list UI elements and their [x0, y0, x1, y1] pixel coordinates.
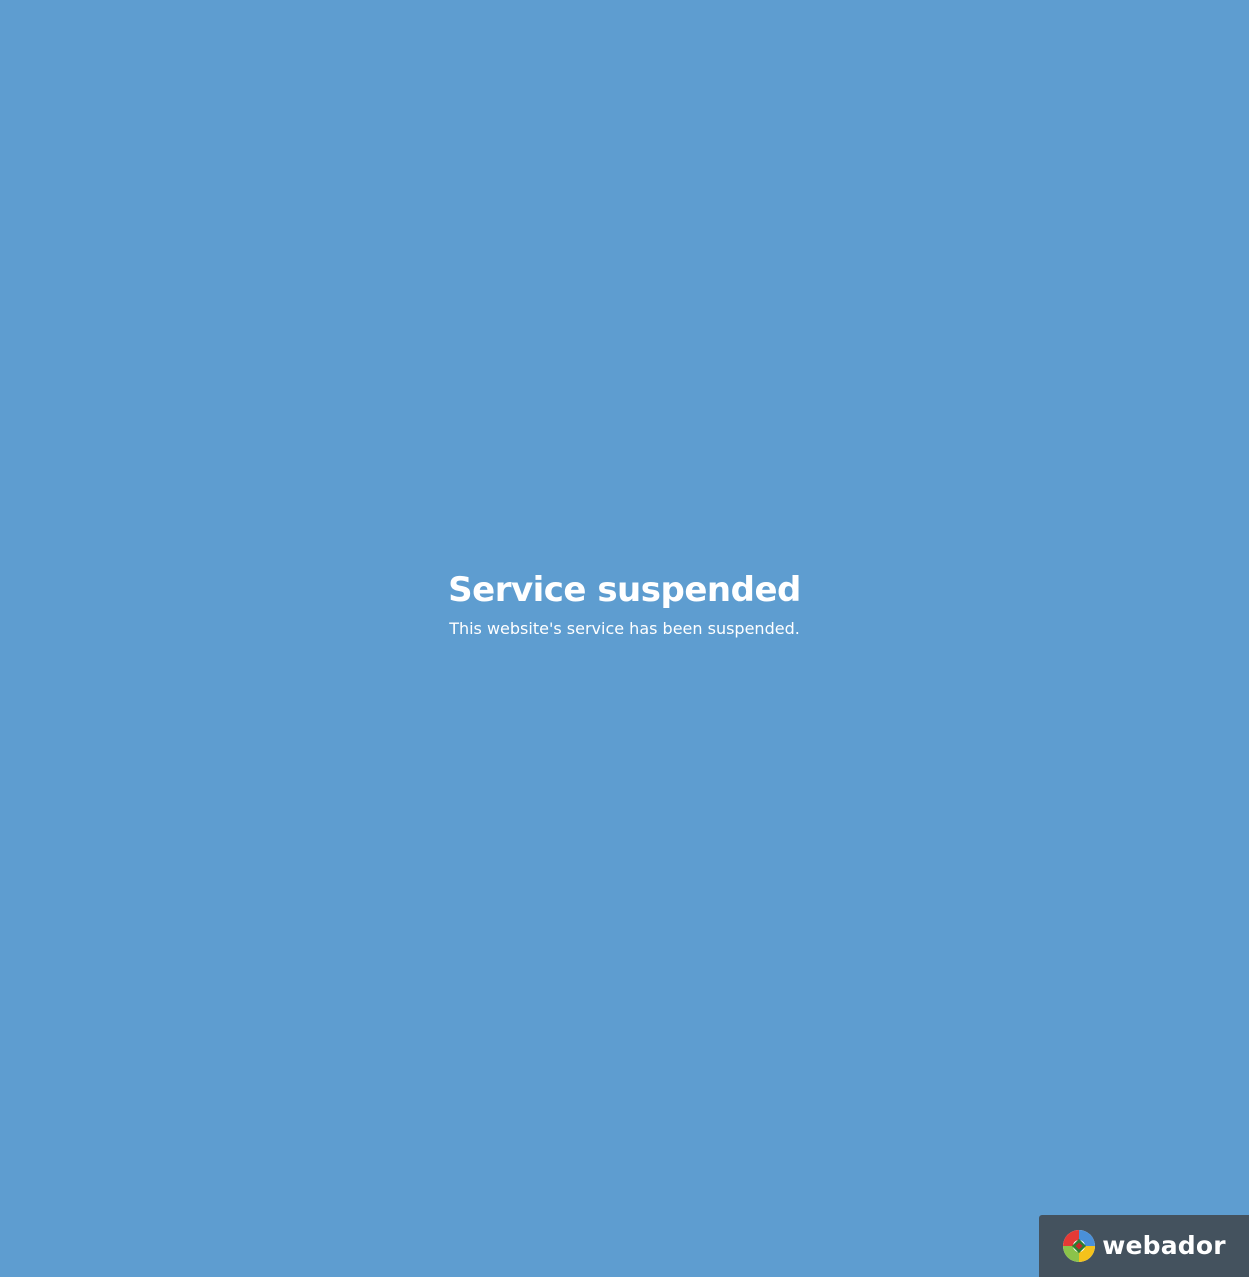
suspension-message: Service suspended This website's service…	[0, 568, 1249, 640]
page-subtitle: This website's service has been suspende…	[449, 619, 800, 638]
webador-logo-icon	[1062, 1229, 1096, 1263]
webador-badge[interactable]: webador	[1039, 1215, 1249, 1277]
webador-brand-name: webador	[1102, 1231, 1226, 1260]
page-title: Service suspended	[448, 570, 801, 610]
